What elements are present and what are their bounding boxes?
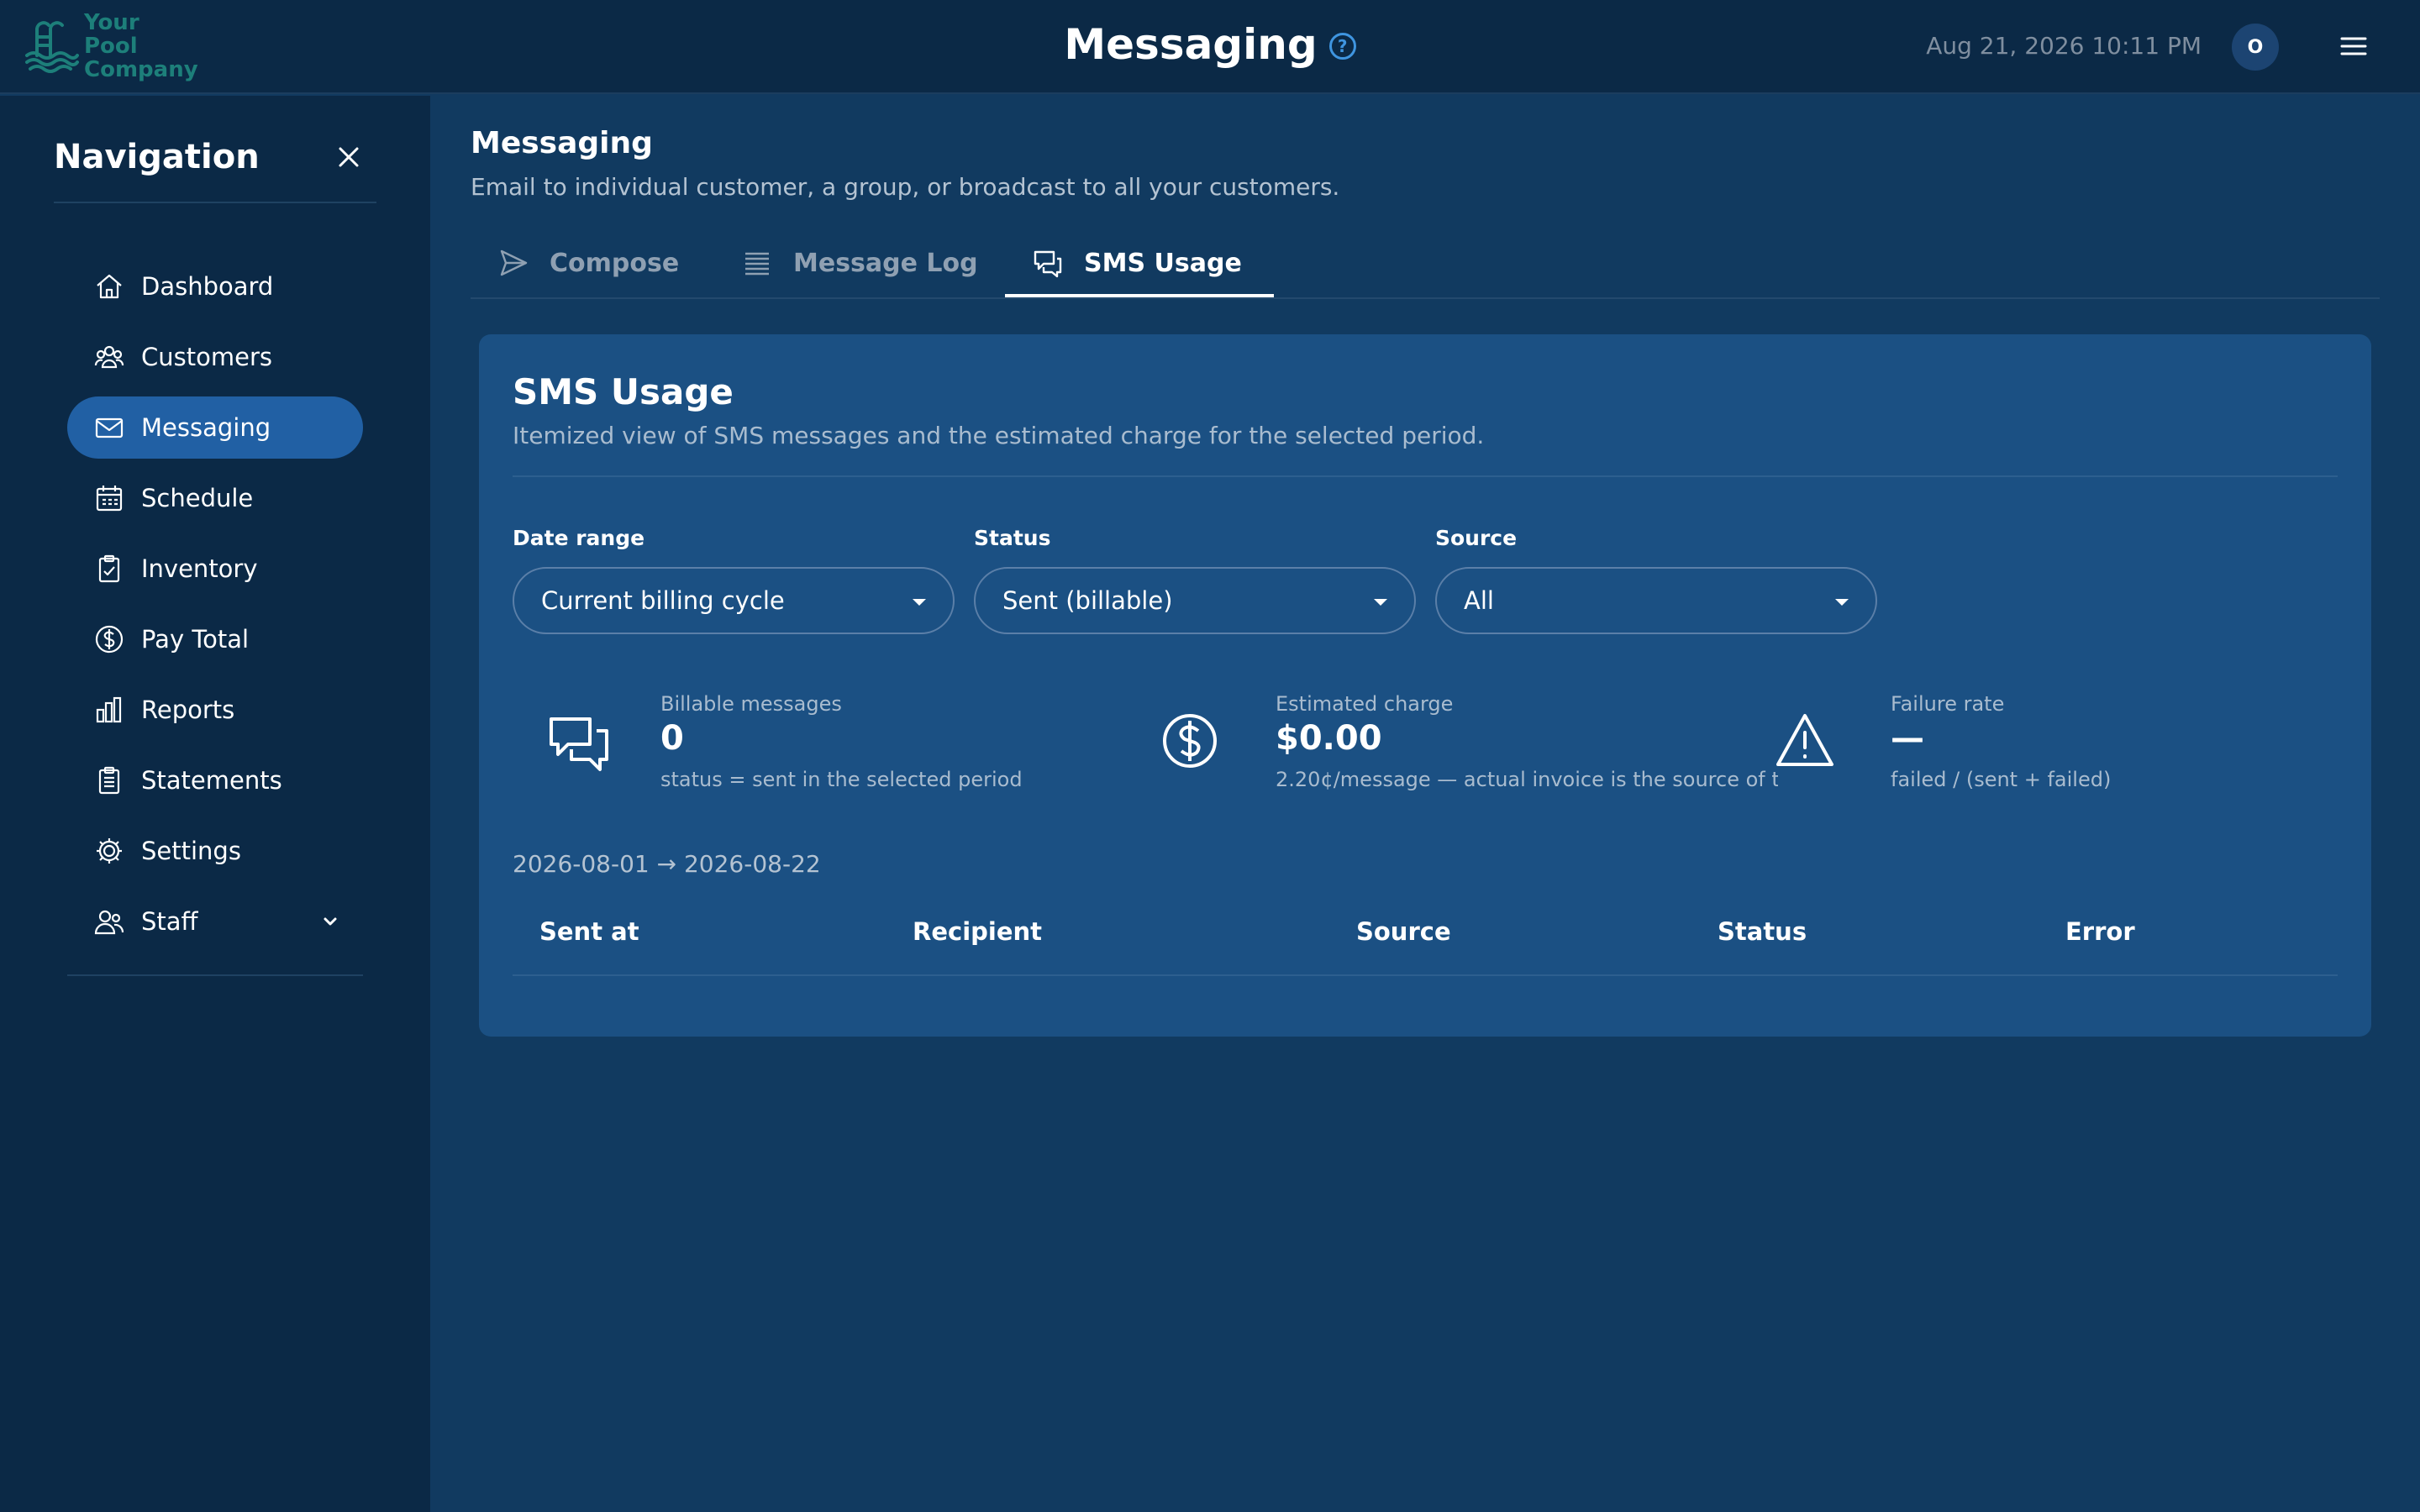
caret-down-icon <box>1374 599 1387 606</box>
active-tab-indicator <box>1005 294 1274 297</box>
column-header-recipient[interactable]: Recipient <box>913 917 1042 946</box>
tab-label: Message Log <box>793 248 978 278</box>
sidebar-item-label: Inventory <box>141 554 258 583</box>
select-value: Sent (billable) <box>1002 586 1173 615</box>
tab-label: SMS Usage <box>1084 248 1242 278</box>
filter-label: Source <box>1435 526 1518 550</box>
sidebar-item-label: Statements <box>141 766 282 795</box>
source-filter: Source All <box>1435 526 1877 634</box>
sms-usage-card: SMS Usage Itemized view of SMS messages … <box>479 334 2371 1037</box>
tab-label: Compose <box>550 248 680 278</box>
stat-value: 0 <box>660 719 684 758</box>
bar-chart-icon <box>96 696 122 723</box>
sidebar-title: Navigation <box>54 138 260 176</box>
tab-compose[interactable]: Compose <box>497 227 679 299</box>
date-range-filter: Date range Current billing cycle <box>513 526 955 634</box>
column-header-sent-at[interactable]: Sent at <box>539 917 639 946</box>
sidebar-item-dashboard[interactable]: Dashboard <box>67 255 363 318</box>
card-divider <box>513 475 2338 477</box>
stat-value: $0.00 <box>1276 719 1382 758</box>
hamburger-menu-icon[interactable] <box>2339 34 2368 59</box>
failure-rate-stat: Failure rate — failed / (sent + failed) <box>1776 692 2365 810</box>
top-bar: Your Pool Company Messaging ? Aug 21, 20… <box>0 0 2420 94</box>
sidebar-item-customers[interactable]: Customers <box>67 326 363 388</box>
select-value: Current billing cycle <box>541 586 785 615</box>
envelope-icon <box>95 417 124 438</box>
staff-icon <box>94 910 124 935</box>
list-icon <box>745 252 769 276</box>
sidebar-item-label: Settings <box>141 837 241 865</box>
chat-icon <box>550 717 608 771</box>
billable-messages-stat: Billable messages 0 status = sent in the… <box>546 692 1134 810</box>
sidebar-item-inventory[interactable]: Inventory <box>67 538 363 600</box>
stat-label: Billable messages <box>660 692 842 716</box>
dollar-circle-icon <box>95 625 124 654</box>
sidebar-item-staff[interactable]: Staff <box>67 890 363 953</box>
messaging-tabs: Compose Message Log SMS Usage <box>471 227 2380 299</box>
sidebar-item-label: Reports <box>141 696 235 724</box>
sidebar-item-settings[interactable]: Settings <box>67 820 363 882</box>
filter-label: Status <box>974 526 1051 550</box>
home-icon <box>97 274 122 299</box>
estimated-charge-stat: Estimated charge $0.00 2.20¢/message — a… <box>1161 692 1778 810</box>
select-value: All <box>1464 586 1494 615</box>
stat-label: Estimated charge <box>1276 692 1454 716</box>
user-avatar[interactable]: O <box>2232 24 2279 71</box>
stat-label: Failure rate <box>1891 692 2005 716</box>
date-range-select[interactable]: Current billing cycle <box>513 567 955 634</box>
sidebar-item-pay-total[interactable]: Pay Total <box>67 608 363 670</box>
sidebar-item-statements[interactable]: Statements <box>67 749 363 811</box>
status-filter: Status Sent (billable) <box>974 526 1416 634</box>
status-select[interactable]: Sent (billable) <box>974 567 1416 634</box>
sidebar-item-label: Dashboard <box>141 272 274 301</box>
customers-icon <box>94 345 124 369</box>
sidebar-divider <box>54 202 376 203</box>
chat-icon <box>1034 250 1062 278</box>
section-title: Messaging <box>471 126 653 160</box>
chevron-down-icon[interactable] <box>321 912 339 931</box>
send-icon <box>500 249 528 276</box>
tab-sms-usage[interactable]: SMS Usage <box>1032 227 1242 299</box>
card-subtitle: Itemized view of SMS messages and the es… <box>513 422 1485 449</box>
warning-triangle-icon <box>1776 714 1833 766</box>
sidebar-item-label: Messaging <box>141 413 271 442</box>
sidebar-item-reports[interactable]: Reports <box>67 679 363 741</box>
stat-note: 2.20¢/message — actual invoice is the so… <box>1276 768 1778 791</box>
sidebar-divider <box>67 974 363 976</box>
filter-label: Date range <box>513 526 645 550</box>
column-header-source[interactable]: Source <box>1356 917 1451 946</box>
calendar-icon <box>96 486 123 512</box>
column-header-error[interactable]: Error <box>2065 917 2135 946</box>
caret-down-icon <box>913 599 926 606</box>
tab-message-log[interactable]: Message Log <box>741 227 978 299</box>
sidebar-item-schedule[interactable]: Schedule <box>67 467 363 529</box>
sidebar-item-label: Customers <box>141 343 272 371</box>
card-title: SMS Usage <box>513 371 734 412</box>
help-icon[interactable]: ? <box>1328 33 1356 60</box>
sms-table-header: Sent at Recipient Source Status Error <box>513 895 2338 976</box>
section-subtitle: Email to individual customer, a group, o… <box>471 173 1340 201</box>
caret-down-icon <box>1835 599 1849 606</box>
sidebar-nav: Dashboard Customers Messaging Schedule I… <box>67 255 363 961</box>
page-title: Messaging <box>1064 20 1318 69</box>
sidebar-item-label: Staff <box>141 907 198 936</box>
dollar-circle-icon <box>1163 714 1217 768</box>
sidebar-item-label: Pay Total <box>141 625 250 654</box>
stat-value: — <box>1891 719 1924 758</box>
sidebar: Navigation Dashboard Customers Messaging <box>0 96 430 1512</box>
stat-note: status = sent in the selected period <box>660 768 1023 791</box>
close-icon[interactable] <box>336 144 361 170</box>
clipboard-list-icon <box>98 766 120 795</box>
gear-icon <box>97 838 122 864</box>
sidebar-item-messaging[interactable]: Messaging <box>67 396 363 459</box>
current-datetime: Aug 21, 2026 10:11 PM <box>1926 32 2202 60</box>
source-select[interactable]: All <box>1435 567 1877 634</box>
column-header-status[interactable]: Status <box>1718 917 1807 946</box>
stat-note: failed / (sent + failed) <box>1891 768 2112 791</box>
clipboard-check-icon <box>98 554 120 583</box>
sidebar-item-label: Schedule <box>141 484 254 512</box>
date-range-text: 2026-08-01 → 2026-08-22 <box>513 850 821 878</box>
